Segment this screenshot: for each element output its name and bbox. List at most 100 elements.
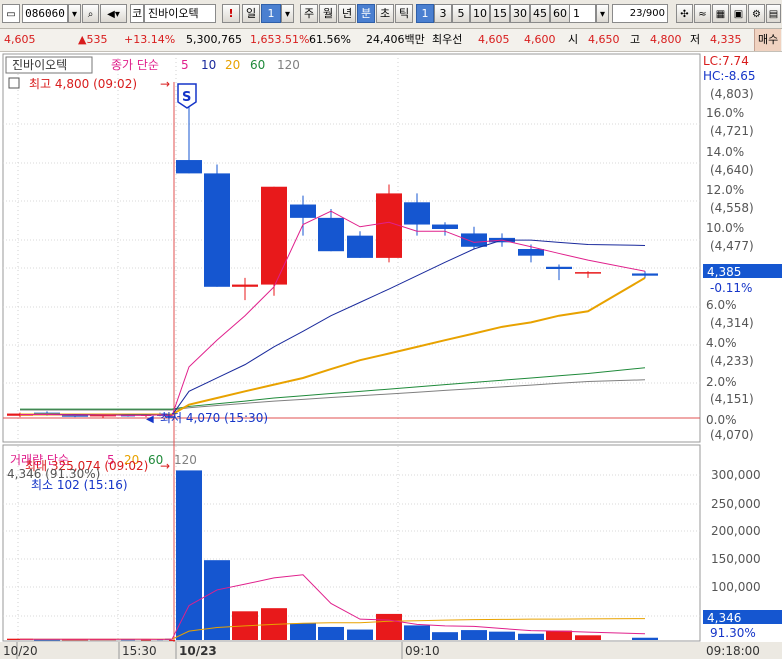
volume-bar-24 [632,637,658,640]
minute-button-30[interactable]: 30 [510,4,530,23]
high-annotation-icon [8,77,20,89]
grid-icon[interactable]: ▦ [712,4,729,23]
indicator-icon[interactable]: ≈ [694,4,711,23]
volume-min-annotation: 최소 102 (15:16) [31,478,128,492]
crosshair-icon[interactable]: ✣ [676,4,693,23]
volume-bar-16 [376,613,402,640]
low-label: 저 [690,33,701,46]
y-tick-price: (4,640) [710,163,754,177]
y-tick-price: (4,314) [710,316,754,330]
period-day-num[interactable]: 1 [261,4,281,23]
volume-bar-17 [404,625,430,640]
period-button-3[interactable]: 분 [357,4,375,23]
minute-button-1[interactable]: 1 [416,4,434,23]
legend-ma-label: 종가 단순 [111,58,159,72]
minute-button-15[interactable]: 15 [490,4,510,23]
candle-13 [290,204,316,218]
y-tick-percent: 0.0% [706,413,737,427]
period-dropdown-icon[interactable]: ▾ [281,4,294,23]
volume-y-tick: 200,000 [711,524,761,538]
volume-y-tick: 300,000 [711,468,761,482]
y-tick-percent: 12.0% [706,183,744,197]
volume-bar-13 [290,623,316,640]
high-label: 고 [630,33,641,46]
x-label-2: 10/23 [179,644,217,658]
period-button-4[interactable]: 초 [376,4,394,23]
candle-19 [461,233,487,247]
high-annotation: 최고 4,800 (09:02) [29,77,137,91]
minute-button-5[interactable]: 5 [452,4,470,23]
volume-y-tick: 150,000 [711,552,761,566]
bid-price: 4,600 [524,33,556,46]
volume-bar-22 [546,630,572,640]
change-percent: +13.14% [124,33,176,46]
cursor-time: 09:18:00 [706,644,760,658]
low-price: 4,335 [710,33,742,46]
save-icon[interactable]: ▣ [730,4,747,23]
x-label-0: 10/20 [3,644,38,658]
volume-bar-18 [432,632,458,640]
period-button-1[interactable]: 월 [319,4,337,23]
volume-bar-15 [347,629,373,640]
candle-11 [232,284,258,287]
search-icon[interactable]: ⌕ [82,4,99,23]
stock-code-input[interactable]: 086060 [22,4,68,23]
low-arrow-icon: ◀ [146,414,154,425]
volume-panel-frame [2,444,701,642]
signal-marker-text: S [182,90,191,105]
volume: 5,300,765 [186,33,242,46]
code-dropdown-icon[interactable]: ▾ [68,4,81,23]
minute-button-45[interactable]: 45 [530,4,550,23]
unit-dropdown-icon[interactable]: ▾ [596,4,609,23]
ask-price: 4,605 [478,33,510,46]
count-total: /900 [642,8,665,19]
legend-period-20: 20 [225,58,240,72]
period-button-0[interactable]: 주 [300,4,318,23]
candle-9 [176,160,202,174]
change-value: 535 [86,33,108,46]
unit-input[interactable]: 1 [568,4,596,23]
minute-button-3[interactable]: 3 [434,4,452,23]
volume-bar-9 [176,470,202,640]
minute-button-60[interactable]: 60 [550,4,570,23]
stock-name-field[interactable]: 진바이오텍 [144,4,216,23]
current-volume-pct: 91.30% [710,626,756,640]
period-button-5[interactable]: 틱 [395,4,413,23]
candle-24 [632,273,658,276]
bottom-axis-bg [0,642,782,659]
x-label-3: 09:10 [405,644,440,658]
volume-bar-20 [489,631,515,640]
alert-button[interactable]: ! [222,4,240,23]
high-arrow-icon: → [160,77,170,91]
current-volume-label: 4,346 [707,611,741,625]
candle-17 [404,202,430,225]
speaker-icon[interactable]: ◀▾ [100,4,127,23]
print-icon[interactable]: ▤ [766,4,781,23]
candle-15 [347,235,373,258]
candle-21 [518,248,544,256]
legend-stock-name: 진바이오텍 [12,58,67,72]
count-field[interactable]: 23/900 [612,4,668,23]
settings-icon[interactable]: ⚙ [748,4,765,23]
y-tick-price: (4,803) [710,87,754,101]
x-label-1: 15:30 [122,644,157,658]
buy-button[interactable]: 매수 [754,29,782,51]
stock-chart[interactable]: 16.0% 14.0% 12.0% 10.0% 6.0% 4.0% 2.0% 0.0% (4,8… [0,52,782,659]
layout-icon[interactable]: ▭ [2,4,20,23]
minute-button-10[interactable]: 10 [470,4,490,23]
y-tick-percent: 4.0% [706,336,737,350]
candle-22 [546,266,572,270]
candle-10 [204,173,230,287]
y-tick-percent: 16.0% [706,106,744,120]
period-day-button[interactable]: 일 [242,4,260,23]
legend-period-10: 10 [201,58,216,72]
turnover: 61.56% [309,33,351,46]
lc-label: LC:7.74 [703,54,749,68]
candle-12 [261,186,287,285]
volume-y-tick: 100,000 [711,580,761,594]
y-tick-percent: 2.0% [706,375,737,389]
y-tick-price: (4,233) [710,354,754,368]
volume-max-arrow-icon: → [160,459,170,473]
period-button-2[interactable]: 년 [338,4,356,23]
hc-label: HC:-8.65 [703,69,756,83]
